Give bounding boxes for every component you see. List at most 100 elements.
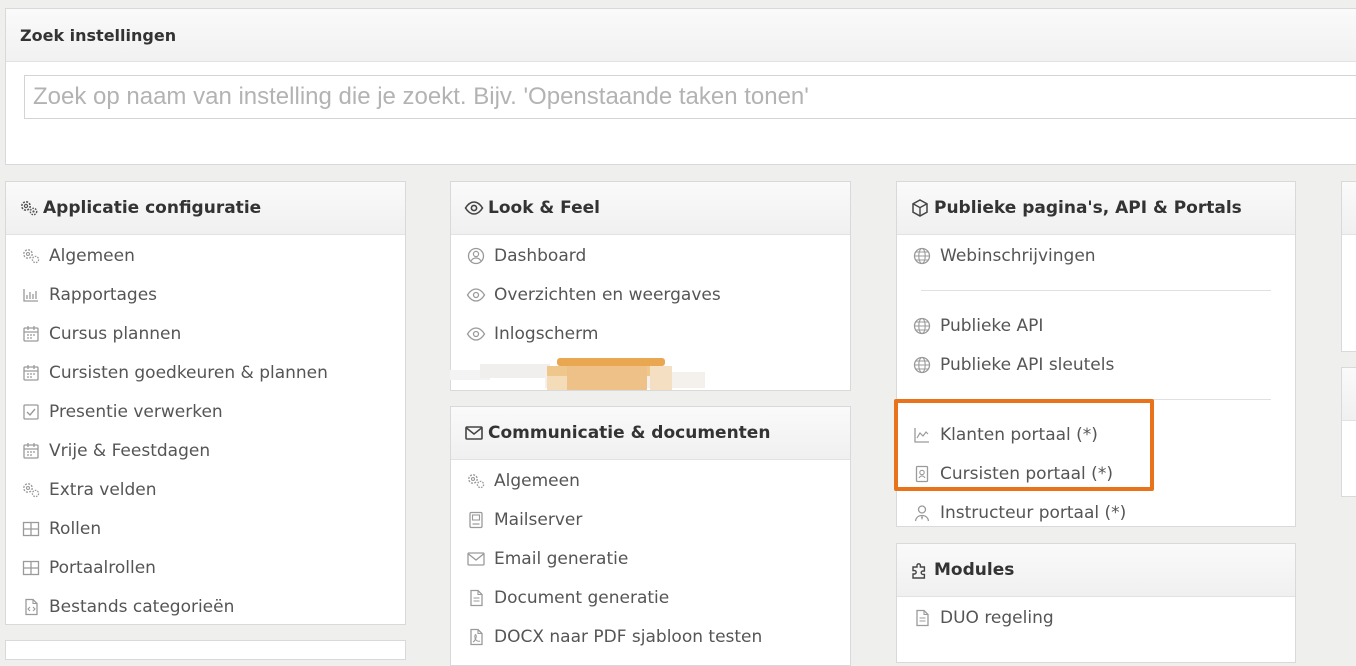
envelope-icon bbox=[465, 426, 483, 440]
user-circle-icon bbox=[467, 247, 485, 264]
cube-icon bbox=[912, 199, 928, 217]
file-code-icon bbox=[25, 598, 38, 615]
menu-item-label: Rapportages bbox=[49, 284, 158, 305]
applicatie-configuratie-title: Applicatie configuratie bbox=[43, 198, 262, 218]
pdf-icon bbox=[470, 628, 483, 645]
gears-icon bbox=[23, 248, 40, 263]
menu-item-label: Overzichten en weergaves bbox=[494, 284, 721, 305]
menu-item-label: Rollen bbox=[49, 518, 102, 539]
menu-item-webinschrijvingen[interactable]: Webinschrijvingen bbox=[897, 236, 1295, 275]
user-tie-icon bbox=[914, 504, 930, 521]
envelope-icon bbox=[467, 551, 485, 566]
menu-item-label: Document generatie bbox=[494, 587, 670, 608]
menu-item-email-generatie[interactable]: Email generatie bbox=[451, 539, 850, 578]
menu-item-label: Cursisten portaal (*) bbox=[940, 463, 1113, 484]
id-badge-icon bbox=[915, 465, 929, 482]
next-card-stub bbox=[5, 640, 406, 660]
menu-item-rollen[interactable]: Rollen bbox=[6, 509, 405, 548]
menu-item-label: Inlogscherm bbox=[494, 323, 599, 344]
menu-item-label: Cursisten goedkeuren & plannen bbox=[49, 362, 328, 383]
menu-item-algemeen[interactable]: Algemeen bbox=[6, 236, 405, 275]
menu-item-label: Extra velden bbox=[49, 479, 157, 500]
applicatie-configuratie-header: Applicatie configuratie bbox=[6, 182, 405, 235]
menu-item-label: Bestands categorieën bbox=[49, 596, 235, 617]
calendar-icon bbox=[23, 442, 39, 459]
look-feel-title: Look & Feel bbox=[488, 198, 600, 218]
globe-icon bbox=[913, 356, 931, 373]
gears-icon bbox=[468, 473, 485, 488]
menu-item-label: Portaalrollen bbox=[49, 557, 156, 578]
menu-item-inlogscherm[interactable]: Inlogscherm bbox=[451, 314, 850, 353]
publieke-paginas-title: Publieke pagina's, API & Portals bbox=[934, 198, 1242, 218]
grid-icon bbox=[22, 521, 40, 536]
menu-item-label: Vrije & Feestdagen bbox=[49, 440, 211, 461]
line-chart-icon bbox=[914, 427, 929, 443]
menu-item-label: Mailserver bbox=[494, 509, 583, 530]
communicatie-card: Communicatie & documenten Algemeen Mails… bbox=[450, 406, 851, 666]
gears-icon bbox=[23, 482, 40, 497]
publieke-paginas-card: Publieke pagina's, API & Portals Webinsc… bbox=[896, 181, 1296, 527]
puzzle-icon bbox=[912, 563, 926, 579]
modules-title: Modules bbox=[934, 560, 1015, 580]
globe-icon bbox=[913, 317, 931, 334]
document-icon bbox=[470, 589, 483, 606]
menu-item-presentie-verwerken[interactable]: Presentie verwerken bbox=[6, 392, 405, 431]
server-icon bbox=[469, 511, 483, 528]
globe-icon bbox=[913, 247, 931, 264]
offscreen-card-header bbox=[1342, 368, 1356, 421]
grid-icon bbox=[22, 560, 40, 575]
menu-item-cursisten-portaal[interactable]: Cursisten portaal (*) bbox=[897, 454, 1295, 493]
eye-icon bbox=[464, 201, 484, 215]
menu-item-extra-velden[interactable]: Extra velden bbox=[6, 470, 405, 509]
eye-icon bbox=[466, 326, 486, 341]
communicatie-header: Communicatie & documenten bbox=[451, 407, 850, 460]
eye-icon bbox=[466, 287, 486, 302]
divider bbox=[921, 399, 1271, 400]
divider bbox=[921, 290, 1271, 291]
modules-header: Modules bbox=[897, 544, 1295, 597]
modules-card: Modules DUO regeling bbox=[896, 543, 1296, 663]
gears-icon bbox=[21, 201, 38, 216]
checkbox-icon bbox=[23, 403, 39, 420]
menu-item-klanten-portaal[interactable]: Klanten portaal (*) bbox=[897, 415, 1295, 454]
menu-item-mailserver[interactable]: Mailserver bbox=[451, 500, 850, 539]
menu-item-dashboard[interactable]: Dashboard bbox=[451, 236, 850, 275]
menu-item-portaalrollen[interactable]: Portaalrollen bbox=[6, 548, 405, 587]
applicatie-configuratie-card: Applicatie configuratie Algemeen Rapport… bbox=[5, 181, 406, 625]
menu-item-label: Publieke API bbox=[940, 315, 1044, 336]
menu-item-bestands-categorieen[interactable]: Bestands categorieën bbox=[6, 587, 405, 624]
bar-chart-icon bbox=[23, 288, 38, 302]
menu-item-label: Instructeur portaal (*) bbox=[940, 502, 1127, 523]
menu-item-cursisten-goedkeuren[interactable]: Cursisten goedkeuren & plannen bbox=[6, 353, 405, 392]
menu-item-overzichten[interactable]: Overzichten en weergaves bbox=[451, 275, 850, 314]
menu-item-instructeur-portaal[interactable]: Instructeur portaal (*) bbox=[897, 493, 1295, 526]
menu-item-label: Email generatie bbox=[494, 548, 629, 569]
menu-item-duo-regeling[interactable]: DUO regeling bbox=[897, 598, 1295, 637]
document-icon bbox=[916, 609, 929, 626]
calendar-icon bbox=[23, 364, 39, 381]
offscreen-card-bottom bbox=[1341, 367, 1356, 497]
calendar-icon bbox=[23, 325, 39, 342]
search-input[interactable] bbox=[24, 75, 1356, 119]
menu-item-document-generatie[interactable]: Document generatie bbox=[451, 578, 850, 617]
search-settings-title: Zoek instellingen bbox=[6, 9, 1356, 62]
menu-item-label: DOCX naar PDF sjabloon testen bbox=[494, 626, 763, 647]
menu-item-label: Klanten portaal (*) bbox=[940, 424, 1098, 445]
menu-item-label: Cursus plannen bbox=[49, 323, 182, 344]
menu-item-cursus-plannen[interactable]: Cursus plannen bbox=[6, 314, 405, 353]
menu-item-algemeen-communicatie[interactable]: Algemeen bbox=[451, 461, 850, 500]
menu-item-docx-pdf-testen[interactable]: DOCX naar PDF sjabloon testen bbox=[451, 617, 850, 656]
menu-item-label: Dashboard bbox=[494, 245, 587, 266]
offscreen-card-header bbox=[1342, 182, 1356, 235]
menu-item-rapportages[interactable]: Rapportages bbox=[6, 275, 405, 314]
look-feel-header: Look & Feel bbox=[451, 182, 850, 235]
menu-item-label: Algemeen bbox=[49, 245, 135, 266]
menu-item-publieke-api[interactable]: Publieke API bbox=[897, 306, 1295, 345]
menu-item-label: Algemeen bbox=[494, 470, 580, 491]
offscreen-card-top bbox=[1341, 181, 1356, 352]
menu-item-label: DUO regeling bbox=[940, 607, 1054, 628]
blurred-item-artifact bbox=[450, 358, 705, 390]
menu-item-vrije-feestdagen[interactable]: Vrije & Feestdagen bbox=[6, 431, 405, 470]
menu-item-publieke-api-sleutels[interactable]: Publieke API sleutels bbox=[897, 345, 1295, 384]
menu-item-label: Presentie verwerken bbox=[49, 401, 223, 422]
